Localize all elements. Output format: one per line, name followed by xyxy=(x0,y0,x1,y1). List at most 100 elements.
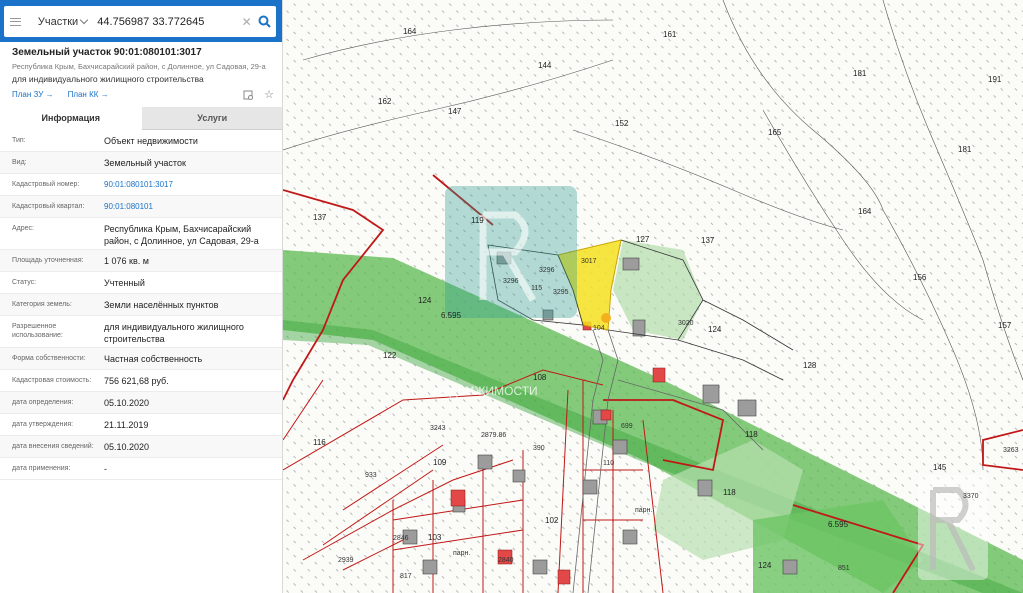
parcel-marker xyxy=(601,313,611,323)
svg-text:115: 115 xyxy=(531,285,542,292)
svg-text:3263: 3263 xyxy=(1003,447,1019,454)
svg-text:152: 152 xyxy=(615,119,629,128)
plan-kk-link[interactable]: План КК → xyxy=(68,90,109,99)
property-row: дата применения: - xyxy=(0,458,282,480)
tabs: Информация Услуги xyxy=(0,107,282,130)
collapse-panel-icon[interactable]: ‹ xyxy=(282,8,283,34)
svg-text:161: 161 xyxy=(663,30,677,39)
property-key: дата определения: xyxy=(12,399,74,406)
property-row: Категория земель: Земли населённых пункт… xyxy=(0,294,282,316)
property-value: Земли населённых пунктов xyxy=(104,300,219,310)
tab-services[interactable]: Услуги xyxy=(141,107,282,130)
svg-text:137: 137 xyxy=(313,213,327,222)
svg-text:110: 110 xyxy=(603,460,614,467)
svg-text:118: 118 xyxy=(723,488,736,497)
svg-text:145: 145 xyxy=(933,463,947,472)
svg-text:124: 124 xyxy=(708,325,722,334)
svg-text:156: 156 xyxy=(913,273,927,282)
property-key: дата утверждения: xyxy=(12,421,74,428)
property-value: 21.11.2019 xyxy=(104,420,149,430)
property-row: Тип: Объект недвижимости xyxy=(0,130,282,152)
property-key: Адрес: xyxy=(12,225,34,232)
svg-text:3017: 3017 xyxy=(581,258,597,265)
svg-text:парн.: парн. xyxy=(635,507,652,514)
watermark-logo-corner xyxy=(918,475,988,580)
cadastral-quarter-link[interactable]: 90:01:080101 xyxy=(104,196,282,217)
svg-text:6.595: 6.595 xyxy=(828,520,849,529)
property-key: Статус: xyxy=(12,279,37,286)
map-watermark-text: НЕДВИЖИМОСТИ xyxy=(433,384,538,398)
property-row: дата утверждения: 21.11.2019 xyxy=(0,414,282,436)
svg-text:3296: 3296 xyxy=(539,267,555,274)
svg-text:164: 164 xyxy=(403,27,417,36)
svg-text:144: 144 xyxy=(538,61,552,70)
properties-list: Тип: Объект недвижимости Вид: Земельный … xyxy=(0,130,282,480)
property-value: 1 076 кв. м xyxy=(104,256,149,266)
svg-text:103: 103 xyxy=(428,533,442,542)
cadastral-map[interactable]: НЕДВИЖИМОСТИ 164 161 144 181 191 162 147… xyxy=(283,0,1023,593)
svg-text:2840: 2840 xyxy=(498,557,514,564)
menu-icon[interactable] xyxy=(4,6,28,37)
property-key: дата применения: xyxy=(12,465,71,472)
svg-text:109: 109 xyxy=(433,458,447,467)
svg-text:817: 817 xyxy=(400,573,412,580)
property-value: - xyxy=(104,464,107,474)
property-key: дата внесения сведений: xyxy=(12,443,94,450)
property-key: Категория земель: xyxy=(12,301,72,308)
svg-text:104: 104 xyxy=(593,325,605,332)
svg-text:191: 191 xyxy=(988,75,1002,84)
property-key: Площадь уточненная: xyxy=(12,257,84,264)
svg-text:102: 102 xyxy=(545,516,559,525)
property-key: Форма собственности: xyxy=(12,355,86,362)
watermark-logo-main xyxy=(445,186,577,318)
property-row: Адрес: Республика Крым, Бахчисарайский р… xyxy=(0,218,282,250)
map-canvas[interactable]: НЕДВИЖИМОСТИ 164 161 144 181 191 162 147… xyxy=(283,0,1023,593)
svg-text:3296: 3296 xyxy=(503,278,519,285)
search-input[interactable] xyxy=(89,6,240,37)
property-row: Статус: Учтенный xyxy=(0,272,282,294)
property-value: Учтенный xyxy=(104,278,145,288)
property-value: Объект недвижимости xyxy=(104,136,198,146)
property-row: Кадастровая стоимость: 756 621,68 руб. xyxy=(0,370,282,392)
svg-text:116: 116 xyxy=(313,438,326,447)
property-key: Вид: xyxy=(12,159,27,166)
svg-text:699: 699 xyxy=(621,423,633,430)
svg-text:2879.86: 2879.86 xyxy=(481,432,506,439)
cadastral-number-link[interactable]: 90:01:080101:3017 xyxy=(104,174,282,195)
property-row: Разрешенное использование: для индивидуа… xyxy=(0,316,282,348)
svg-text:181: 181 xyxy=(853,69,867,78)
svg-text:851: 851 xyxy=(838,565,850,572)
property-row: Вид: Земельный участок xyxy=(0,152,282,174)
tab-info[interactable]: Информация xyxy=(0,107,142,130)
svg-text:3370: 3370 xyxy=(963,493,979,500)
card-purpose: для индивидуального жилищного строительс… xyxy=(12,74,204,84)
svg-text:2846: 2846 xyxy=(393,535,409,542)
object-info-panel: Участки ✕ ‹ Земельный участок 90:01:0801… xyxy=(0,0,283,593)
svg-text:165: 165 xyxy=(768,128,782,137)
svg-text:122: 122 xyxy=(383,351,397,360)
svg-text:119: 119 xyxy=(471,216,484,225)
chevron-down-icon xyxy=(80,15,89,25)
property-value: 05.10.2020 xyxy=(104,398,150,408)
search-icon[interactable] xyxy=(254,6,276,37)
property-key: Кадастровый номер: xyxy=(12,181,80,188)
property-row: дата внесения сведений: 05.10.2020 xyxy=(0,436,282,458)
svg-text:2939: 2939 xyxy=(338,557,354,564)
property-row: Кадастровый номер: 90:01:080101:3017 xyxy=(0,174,282,196)
svg-text:128: 128 xyxy=(803,361,817,370)
property-key: Кадастровая стоимость: xyxy=(12,377,92,384)
svg-text:181: 181 xyxy=(958,145,972,154)
search-box: Участки ✕ xyxy=(4,6,276,37)
print-icon[interactable] xyxy=(242,89,254,101)
card-address: Республика Крым, Бахчисарайский район, с… xyxy=(12,62,266,71)
plan-zu-link[interactable]: План ЗУ → xyxy=(12,90,54,99)
svg-text:3020: 3020 xyxy=(678,320,694,327)
svg-text:147: 147 xyxy=(448,107,462,116)
star-icon[interactable]: ☆ xyxy=(263,89,275,101)
svg-text:парн.: парн. xyxy=(453,550,470,557)
card-links: План ЗУ → План КК → xyxy=(12,90,109,99)
close-icon[interactable]: ✕ xyxy=(239,6,254,37)
layer-select[interactable]: Участки xyxy=(28,6,89,37)
svg-text:390: 390 xyxy=(533,445,545,452)
svg-text:108: 108 xyxy=(533,373,547,382)
